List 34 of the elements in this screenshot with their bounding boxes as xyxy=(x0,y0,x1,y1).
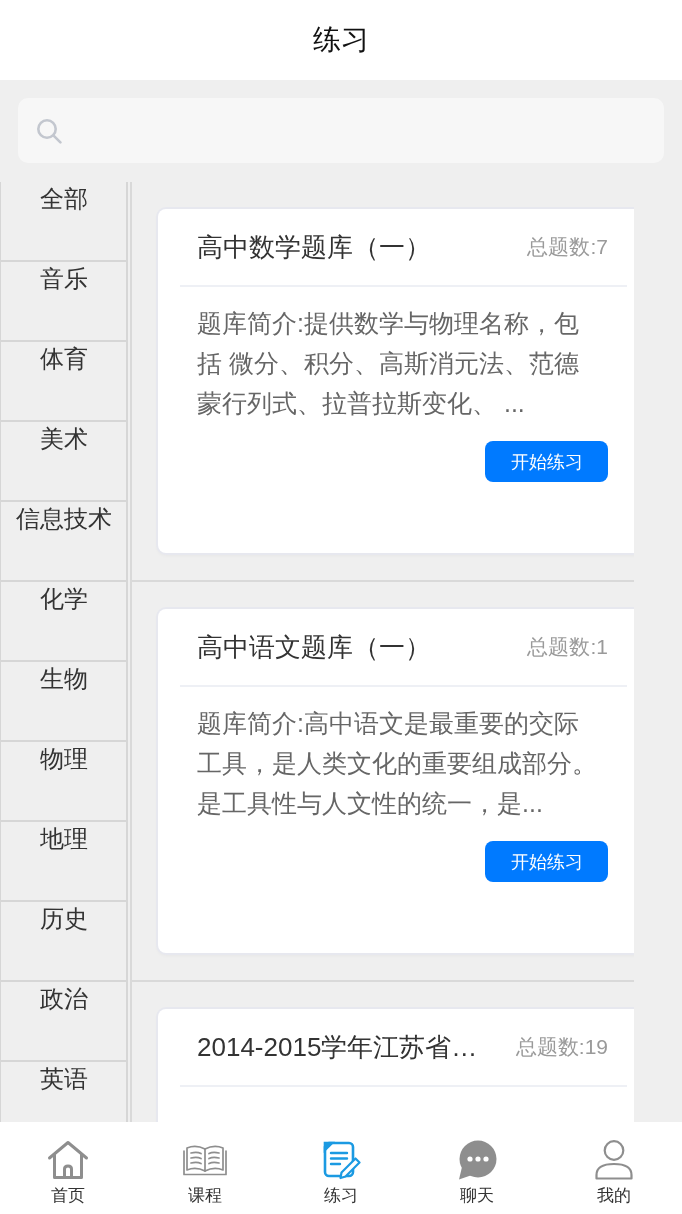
sidebar-item[interactable]: 体育 xyxy=(0,342,128,422)
nav-tab[interactable]: 我的 xyxy=(594,1140,633,1206)
sidebar-item[interactable]: 地理 xyxy=(0,822,128,902)
sidebar-item[interactable]: 化学 xyxy=(0,582,128,662)
home-icon xyxy=(47,1140,90,1180)
start-practice-button[interactable]: 开始练习 xyxy=(485,441,608,482)
bank-description: 题库简介:提供数学与物理名称，包括 微分、积分、高斯消元法、范德蒙行列式、拉普拉斯变化、 ... xyxy=(197,308,580,419)
sidebar-item[interactable]: 美术 xyxy=(0,422,128,502)
nav-tab[interactable]: 聊天 xyxy=(457,1140,498,1206)
sidebar-item[interactable]: 全部 xyxy=(0,182,128,262)
chat-bubble-icon xyxy=(457,1140,498,1180)
question-count: 总题数:1 xyxy=(527,634,608,660)
nav-tab[interactable]: 首页 xyxy=(47,1140,90,1206)
sidebar-item[interactable]: 音乐 xyxy=(0,262,128,342)
bank-description: 题库简介:高中语文是最重要的交际工具，是人类文化的重要组成部分。是工具性与人文性的统一，是... xyxy=(197,708,598,819)
question-count: 总题数:19 xyxy=(515,1034,608,1060)
sidebar-item[interactable]: 信息技术 xyxy=(0,502,128,582)
bank-title: 高中语文题库（一） xyxy=(197,631,431,663)
bank-title: 2014-2015学年江苏省… xyxy=(197,1031,478,1063)
nav-tab[interactable]: 课程 xyxy=(182,1140,227,1206)
bank-title: 高中数学题库（一） xyxy=(197,231,431,263)
search-field[interactable] xyxy=(18,98,664,163)
document-pencil-icon xyxy=(321,1140,361,1180)
sidebar-item[interactable]: 物理 xyxy=(0,742,128,822)
sidebar-item[interactable]: 生物 xyxy=(0,662,128,742)
start-practice-button[interactable]: 开始练习 xyxy=(485,841,608,882)
open-book-icon xyxy=(182,1144,227,1176)
sidebar-item[interactable]: 历史 xyxy=(0,902,128,982)
person-icon xyxy=(594,1140,633,1180)
page-title: 练习 xyxy=(313,23,369,57)
question-count: 总题数:7 xyxy=(527,234,608,260)
nav-tab[interactable]: 练习 xyxy=(321,1140,361,1206)
sidebar-item[interactable]: 政治 xyxy=(0,982,128,1062)
search-icon xyxy=(36,117,62,144)
